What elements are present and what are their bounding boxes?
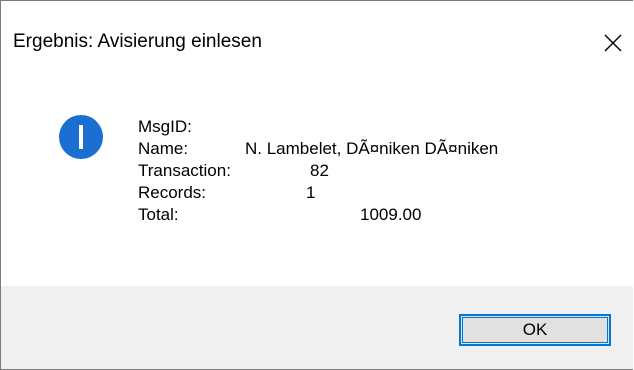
total-label: Total: bbox=[138, 205, 179, 224]
records-label: Records: bbox=[138, 183, 207, 202]
total-value: 1009.00 bbox=[360, 205, 422, 224]
records-value: 1 bbox=[306, 183, 316, 202]
dialog-content: MsgID: Name: N. Lambelet, DÃ¤niken DÃ¤ni… bbox=[1, 89, 633, 286]
dialog-title: Ergebnis: Avisierung einlesen bbox=[13, 31, 262, 52]
button-bar: OK bbox=[1, 286, 633, 369]
information-icon bbox=[59, 115, 103, 159]
transaction-value: 82 bbox=[310, 161, 329, 180]
ok-button[interactable]: OK bbox=[459, 314, 611, 346]
name-label: Name: bbox=[138, 139, 189, 158]
message-dialog: Ergebnis: Avisierung einlesen MsgID: Nam… bbox=[0, 0, 633, 370]
name-value: N. Lambelet, DÃ¤niken DÃ¤niken bbox=[245, 139, 499, 158]
title-bar: Ergebnis: Avisierung einlesen bbox=[1, 1, 633, 89]
close-button[interactable] bbox=[593, 23, 633, 63]
close-icon bbox=[604, 34, 622, 52]
msgid-label: MsgID: bbox=[138, 117, 192, 136]
transaction-label: Transaction: bbox=[138, 161, 231, 180]
